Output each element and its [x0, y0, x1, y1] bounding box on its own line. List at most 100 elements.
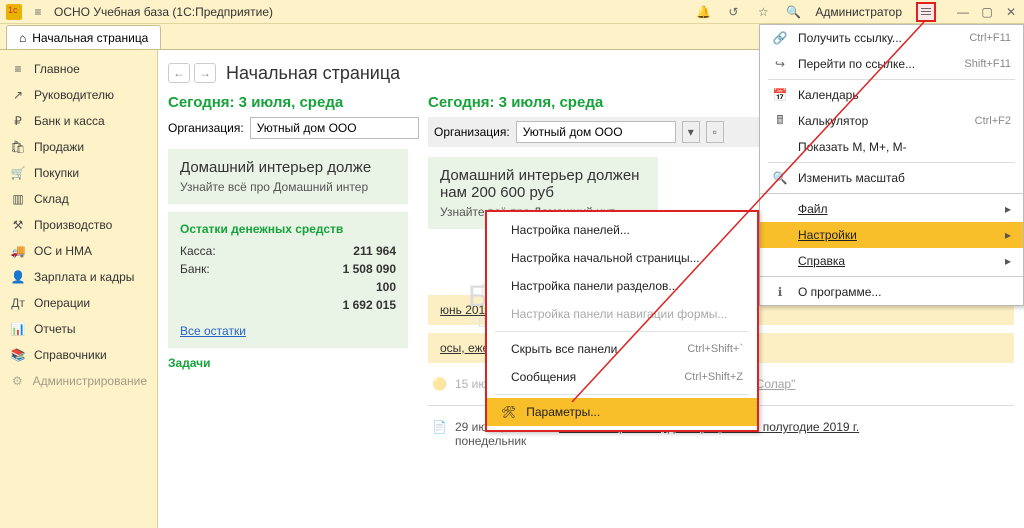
org-dropdown-button[interactable]: ▾: [682, 121, 700, 143]
panel-sub: Узнайте всё про Домашний интер: [180, 180, 396, 194]
menu-item[interactable]: 📅Календарь: [760, 82, 1023, 108]
balance-value: 1 692 015: [343, 298, 396, 312]
sidebar-label: Продажи: [34, 140, 84, 154]
bell-icon[interactable]: 🔔: [695, 4, 711, 20]
sidebar-item[interactable]: 📊 Отчеты: [0, 316, 157, 342]
menu-shortcut: Ctrl+Shift+Z: [684, 371, 743, 383]
menu-icon: 🔍: [772, 171, 788, 185]
chevron-right-icon: ▸: [1005, 202, 1011, 216]
sidebar-label: Отчеты: [34, 322, 75, 336]
forward-button[interactable]: →: [194, 63, 216, 83]
menu-icon: ↪: [772, 57, 788, 71]
menu-label: Настройка панелей...: [511, 223, 630, 237]
menu-label: Перейти по ссылке...: [798, 57, 915, 71]
menu-item[interactable]: Справка▸: [760, 248, 1023, 274]
submenu-item[interactable]: Настройка панелей...: [487, 216, 757, 244]
menu-label: О программе...: [798, 285, 881, 299]
minimize-button[interactable]: —: [956, 5, 970, 19]
sidebar-item[interactable]: 🛍Продажи: [0, 134, 157, 160]
org-label: Организация:: [434, 125, 510, 139]
title-bar: ≡ ОСНО Учебная база (1С:Предприятие) 🔔 ↺…: [0, 0, 1024, 24]
menu-item[interactable]: Настройки ▸: [760, 222, 1023, 248]
chevron-right-icon: ▸: [1005, 228, 1011, 242]
left-column: ← → Начальная страница Сегодня: 3 июля, …: [158, 50, 418, 528]
service-menu[interactable]: 🔗Получить ссылку...Ctrl+F11 ↪ Перейти по с…: [759, 24, 1024, 306]
search-icon[interactable]: 🔍: [785, 4, 801, 20]
sidebar-label: Производство: [34, 218, 112, 232]
menu-label: Настройка панели навигации формы...: [511, 307, 727, 321]
sidebar-item[interactable]: ▥Склад: [0, 186, 157, 212]
menu-item[interactable]: 🖩КалькуляторCtrl+F2: [760, 108, 1023, 134]
menu-item[interactable]: ↪ Перейти по ссылке... Shift+F11: [760, 51, 1023, 77]
sidebar-item[interactable]: ДтОперации: [0, 290, 157, 316]
balance-value: 1 508 090: [343, 262, 396, 276]
menu-label: Календарь: [798, 88, 859, 102]
sidebar-item[interactable]: 🚚ОС и НМА: [0, 238, 157, 264]
org-open-button[interactable]: ▫: [706, 121, 724, 143]
menu-separator: [760, 276, 1023, 277]
submenu-item[interactable]: Настройка панели разделов...: [487, 272, 757, 300]
close-button[interactable]: ✕: [1004, 5, 1018, 19]
submenu-item[interactable]: Скрыть все панелиCtrl+Shift+`: [487, 335, 757, 363]
balances-panel: Остатки денежных средств Касса:211 964Ба…: [168, 212, 408, 348]
history-icon[interactable]: ↺: [725, 4, 741, 20]
sidebar-label: Склад: [34, 192, 69, 206]
sidebar-item[interactable]: ≡Главное: [0, 56, 157, 82]
back-button[interactable]: ←: [168, 63, 190, 83]
panel-title: Домашний интерьер долже: [180, 159, 396, 176]
menu-icon: 🛠: [501, 405, 516, 419]
menu-item[interactable]: Показать M, M+, M-: [760, 134, 1023, 160]
org-input[interactable]: [250, 117, 419, 139]
debt-panel[interactable]: Домашний интерьер долже Узнайте всё про …: [168, 149, 408, 204]
menu-label: Показать M, M+, M-: [798, 140, 907, 154]
sidebar-label: Справочники: [34, 348, 107, 362]
sidebar-label: Руководителю: [34, 88, 114, 102]
sidebar-icon: ₽: [10, 114, 26, 128]
menu-shortcut: Shift+F11: [964, 58, 1011, 70]
menu-label: Настройки: [798, 228, 857, 242]
sidebar-item[interactable]: ⚒ Производство: [0, 212, 157, 238]
menu-label: Сообщения: [511, 370, 576, 384]
sidebar-item[interactable]: ↗ Руководителю: [0, 82, 157, 108]
menu-item[interactable]: 🔍Изменить масштаб: [760, 165, 1023, 191]
sidebar-label: Администрирование: [33, 374, 147, 388]
menu-item[interactable]: Файл▸: [760, 196, 1023, 222]
submenu-item[interactable]: 🛠 Параметры...: [487, 398, 757, 426]
menu-item[interactable]: ℹ О программе...: [760, 279, 1023, 305]
sidebar-icon: ⚙: [10, 374, 25, 388]
menu-separator: [768, 79, 1015, 80]
menu-separator: [768, 162, 1015, 163]
sidebar-icon: 🚚: [10, 244, 26, 258]
menu-shortcut: Ctrl+F2: [975, 115, 1011, 127]
user-label[interactable]: Администратор: [815, 5, 902, 19]
chevron-right-icon: ▸: [1005, 254, 1011, 268]
sidebar-label: Зарплата и кадры: [34, 270, 134, 284]
sidebar-item[interactable]: 🛒Покупки: [0, 160, 157, 186]
submenu-item[interactable]: Сообщения Ctrl+Shift+Z: [487, 363, 757, 391]
sidebar-item[interactable]: 👤Зарплата и кадры: [0, 264, 157, 290]
menu-shortcut: Ctrl+Shift+`: [687, 343, 743, 355]
hamburger-icon[interactable]: ≡: [30, 4, 46, 20]
menu-label: Параметры...: [526, 405, 600, 419]
sidebar-icon: 📊: [10, 322, 26, 336]
menu-label: Настройка панели разделов...: [511, 279, 678, 293]
settings-submenu[interactable]: Настройка панелей... Настройка начальной …: [485, 210, 759, 432]
sidebar-icon: ⚒: [10, 218, 26, 232]
tab-home[interactable]: ⌂ Начальная страница: [6, 25, 161, 49]
sidebar-item[interactable]: ⚙ Администрирование: [0, 368, 157, 394]
date-heading: Сегодня: 3 июля, среда: [168, 94, 408, 111]
menu-icon: ℹ: [772, 285, 788, 299]
sidebar-icon: 📚: [10, 348, 26, 362]
sidebar-item[interactable]: 📚 Справочники: [0, 342, 157, 368]
submenu-item: Настройка панели навигации формы...: [487, 300, 757, 328]
submenu-item[interactable]: Настройка начальной страницы...: [487, 244, 757, 272]
sidebar-icon: ↗: [10, 88, 26, 102]
all-balances-link[interactable]: Все остатки: [180, 324, 246, 338]
star-icon[interactable]: ☆: [755, 4, 771, 20]
menu-label: Настройка начальной страницы...: [511, 251, 700, 265]
org-input[interactable]: [516, 121, 676, 143]
restore-button[interactable]: ▢: [980, 5, 994, 19]
service-menu-button[interactable]: [916, 2, 936, 22]
sidebar-item[interactable]: ₽Банк и касса: [0, 108, 157, 134]
menu-item[interactable]: 🔗Получить ссылку...Ctrl+F11: [760, 25, 1023, 51]
